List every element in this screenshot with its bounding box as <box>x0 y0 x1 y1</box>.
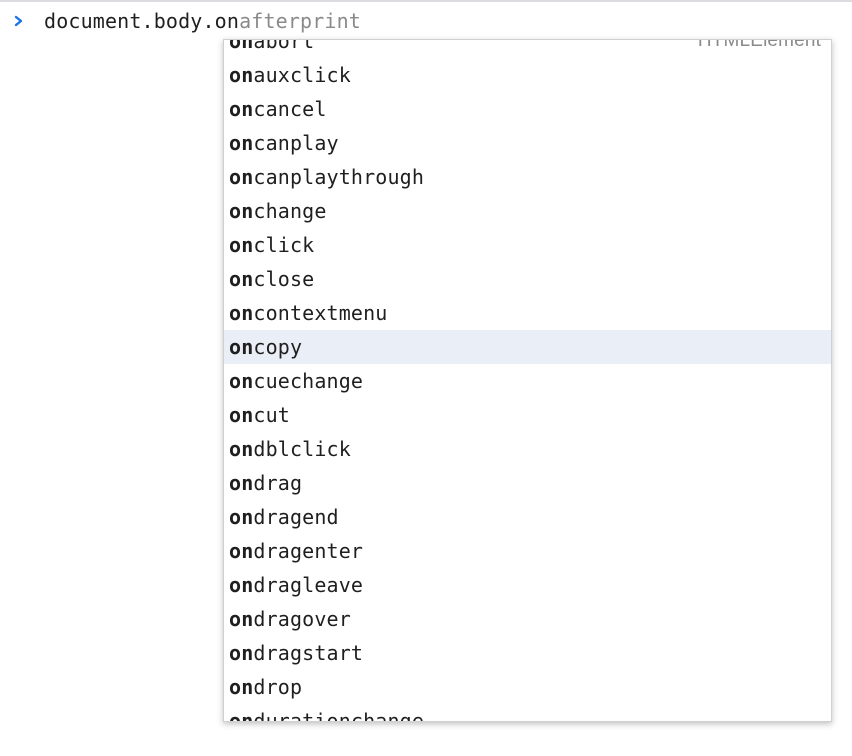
autocomplete-item-prefix: on <box>229 97 254 121</box>
autocomplete-item[interactable]: ondurationchange <box>224 704 831 722</box>
autocomplete-item[interactable]: oncontextmenu <box>224 296 831 330</box>
autocomplete-item-prefix: on <box>229 63 254 87</box>
autocomplete-item[interactable]: onauxclick <box>224 58 831 92</box>
autocomplete-item-label: cancel <box>253 97 327 121</box>
autocomplete-item-label: dblclick <box>253 437 351 461</box>
autocomplete-item-label: close <box>253 267 315 291</box>
autocomplete-item[interactable]: ondragleave <box>224 568 831 602</box>
autocomplete-item[interactable]: oncopy <box>224 330 831 364</box>
autocomplete-item-prefix: on <box>229 131 254 155</box>
autocomplete-item[interactable]: ondrag <box>224 466 831 500</box>
autocomplete-item-label: click <box>253 233 315 257</box>
autocomplete-item[interactable]: oncut <box>224 398 831 432</box>
autocomplete-item[interactable]: onclick <box>224 228 831 262</box>
autocomplete-item-prefix: on <box>229 335 254 359</box>
typed-text: document.body.on <box>44 9 240 33</box>
autocomplete-item-prefix: on <box>229 369 254 393</box>
autocomplete-item[interactable]: onchange <box>224 194 831 228</box>
autocomplete-item-label: abort <box>253 39 315 53</box>
autocomplete-item-label: copy <box>253 335 303 359</box>
autocomplete-item-prefix: on <box>229 403 254 427</box>
autocomplete-item[interactable]: ondragover <box>224 602 831 636</box>
autocomplete-item-label: dragenter <box>253 539 364 563</box>
console-input[interactable]: document.body.onafterprint <box>44 7 361 35</box>
autocomplete-item-prefix: on <box>229 199 254 223</box>
ghost-completion: afterprint <box>239 9 361 33</box>
autocomplete-item-prefix: on <box>229 573 254 597</box>
autocomplete-item-prefix: on <box>229 165 254 189</box>
autocomplete-item-label: dragleave <box>253 573 364 597</box>
autocomplete-item[interactable]: oncanplaythrough <box>224 160 831 194</box>
autocomplete-item-label: drag <box>253 471 303 495</box>
autocomplete-item-prefix: on <box>229 539 254 563</box>
autocomplete-item[interactable]: ondrop <box>224 670 831 704</box>
autocomplete-item[interactable]: ondragstart <box>224 636 831 670</box>
autocomplete-item[interactable]: ondragend <box>224 500 831 534</box>
autocomplete-item-prefix: on <box>229 505 254 529</box>
autocomplete-item-prefix: on <box>229 39 254 53</box>
autocomplete-item-label: dragstart <box>253 641 364 665</box>
autocomplete-item-prefix: on <box>229 641 254 665</box>
autocomplete-item-prefix: on <box>229 675 254 699</box>
autocomplete-item-label: dragover <box>253 607 351 631</box>
autocomplete-item[interactable]: oncuechange <box>224 364 831 398</box>
autocomplete-item-label: drop <box>253 675 303 699</box>
autocomplete-item-label: durationchange <box>253 709 425 722</box>
autocomplete-item-prefix: on <box>229 437 254 461</box>
console-input-line[interactable]: document.body.onafterprint <box>0 2 852 38</box>
autocomplete-item-prefix: on <box>229 471 254 495</box>
autocomplete-item[interactable]: ondblclick <box>224 432 831 466</box>
autocomplete-item-label: canplaythrough <box>253 165 425 189</box>
autocomplete-item-prefix: on <box>229 267 254 291</box>
autocomplete-item-label: cuechange <box>253 369 364 393</box>
autocomplete-item-prefix: on <box>229 301 254 325</box>
autocomplete-item[interactable]: ondragenter <box>224 534 831 568</box>
autocomplete-item-type: HTMLElement <box>697 39 821 51</box>
autocomplete-item[interactable]: onclose <box>224 262 831 296</box>
autocomplete-item-label: cut <box>253 403 290 427</box>
autocomplete-item-prefix: on <box>229 607 254 631</box>
autocomplete-item-label: auxclick <box>253 63 351 87</box>
autocomplete-item[interactable]: oncancel <box>224 92 831 126</box>
autocomplete-dropdown[interactable]: onabort HTMLElement onauxclick oncancel onca… <box>223 39 832 722</box>
autocomplete-item-prefix: on <box>229 233 254 257</box>
autocomplete-item[interactable]: onabort HTMLElement <box>224 39 831 58</box>
autocomplete-item-label: change <box>253 199 327 223</box>
autocomplete-item[interactable]: oncanplay <box>224 126 831 160</box>
autocomplete-item-label: contextmenu <box>253 301 388 325</box>
autocomplete-item-label: dragend <box>253 505 339 529</box>
autocomplete-item-prefix: on <box>229 709 254 722</box>
autocomplete-list: onabort HTMLElement onauxclick oncancel onca… <box>224 39 831 722</box>
autocomplete-item-label: canplay <box>253 131 339 155</box>
chevron-right-icon <box>14 15 23 27</box>
